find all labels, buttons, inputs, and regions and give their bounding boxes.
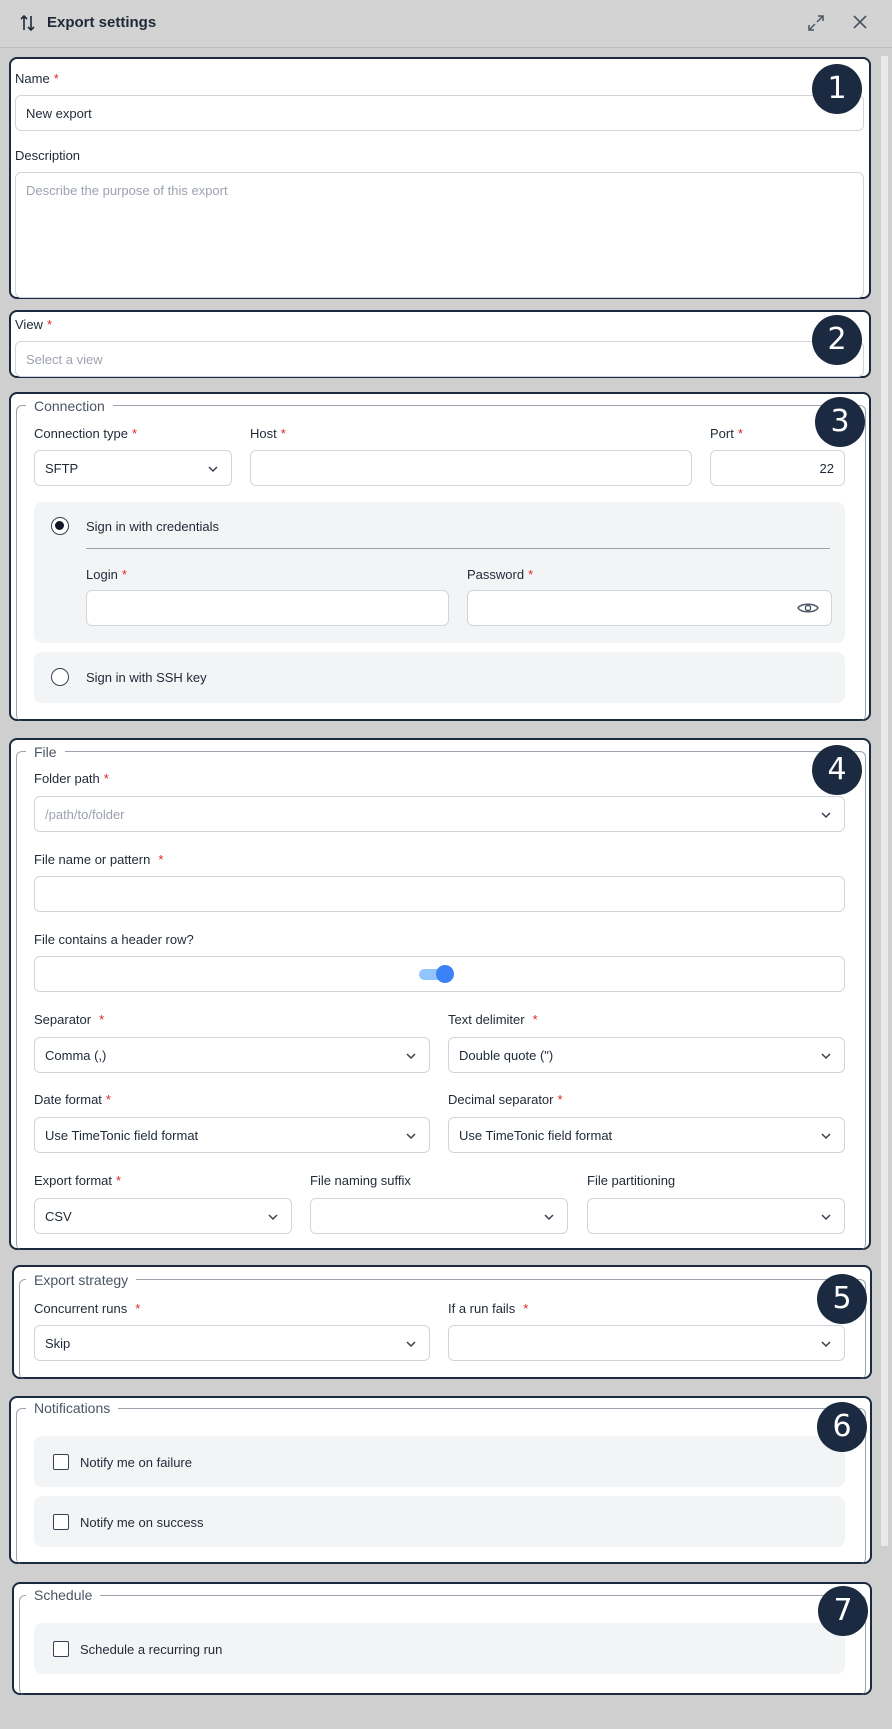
text-delimiter-label: Text delimiter *	[448, 1012, 538, 1027]
folder-path-select[interactable]: /path/to/folder	[34, 796, 845, 832]
section-badge-7: 7	[818, 1586, 868, 1636]
dialog-title: Export settings	[47, 14, 157, 31]
section-badge-2: 2	[812, 315, 862, 365]
credentials-label[interactable]: Sign in with credentials	[86, 519, 219, 534]
toggle-knob	[436, 965, 454, 983]
host-input[interactable]	[250, 450, 692, 486]
chevron-down-icon	[406, 1341, 416, 1348]
port-input[interactable]: 22	[710, 450, 845, 486]
view-label: View *	[15, 317, 53, 332]
decimal-separator-select[interactable]: Use TimeTonic field format	[448, 1117, 845, 1153]
schedule-recurring-label[interactable]: Schedule a recurring run	[80, 1642, 222, 1657]
login-label: Login *	[86, 567, 127, 582]
section-badge-4: 4	[812, 745, 862, 795]
separator-label: Separator *	[34, 1012, 105, 1027]
description-textarea[interactable]: Describe the purpose of this export	[15, 172, 864, 298]
chevron-down-icon	[821, 1053, 831, 1060]
connection-type-label: Connection type *	[34, 426, 138, 441]
host-label: Host *	[250, 426, 286, 441]
text-delimiter-select[interactable]: Double quote (")	[448, 1037, 845, 1073]
chevron-down-icon	[544, 1214, 554, 1221]
description-label: Description	[15, 148, 81, 163]
export-format-label: Export format *	[34, 1173, 122, 1188]
export-format-select[interactable]: CSV	[34, 1198, 292, 1234]
section-badge-5: 5	[817, 1274, 867, 1324]
export-strategy-title: Export strategy	[26, 1272, 137, 1288]
chevron-down-icon	[821, 812, 831, 819]
notify-failure-label[interactable]: Notify me on failure	[80, 1455, 192, 1470]
schedule-recurring-checkbox[interactable]	[53, 1641, 69, 1657]
chevron-down-icon	[821, 1214, 831, 1221]
name-label: Name *	[15, 71, 59, 86]
file-naming-suffix-label: File naming suffix	[310, 1173, 411, 1188]
connection-title: Connection	[26, 398, 113, 414]
section-badge-3: 3	[815, 397, 865, 447]
credentials-radio[interactable]	[51, 517, 69, 535]
scrollbar[interactable]	[881, 56, 888, 1546]
dialog-header: Export settings	[0, 0, 892, 48]
view-select[interactable]: Select a view	[15, 341, 864, 377]
header-row-toggle[interactable]	[419, 965, 455, 983]
sort-arrows-icon	[20, 14, 35, 32]
login-input[interactable]	[86, 590, 449, 626]
concurrent-runs-label: Concurrent runs *	[34, 1301, 141, 1316]
password-label: Password *	[467, 567, 534, 582]
filename-label: File name or pattern *	[34, 852, 164, 867]
separator-select[interactable]: Comma (,)	[34, 1037, 430, 1073]
folder-path-label: Folder path *	[34, 771, 109, 786]
section-badge-1: 1	[812, 64, 862, 114]
date-format-select[interactable]: Use TimeTonic field format	[34, 1117, 430, 1153]
expand-icon[interactable]	[806, 13, 826, 33]
chevron-down-icon	[821, 1341, 831, 1348]
concurrent-runs-select[interactable]: Skip	[34, 1325, 430, 1361]
port-label: Port *	[710, 426, 743, 441]
filename-input[interactable]	[34, 876, 845, 912]
file-partitioning-label: File partitioning	[587, 1173, 676, 1188]
ssh-label[interactable]: Sign in with SSH key	[86, 670, 207, 685]
ssh-radio[interactable]	[51, 668, 69, 686]
chevron-down-icon	[821, 1133, 831, 1140]
chevron-down-icon	[406, 1133, 416, 1140]
notify-success-label[interactable]: Notify me on success	[80, 1515, 204, 1530]
password-input[interactable]	[467, 590, 832, 626]
file-title: File	[26, 744, 65, 760]
run-fails-select[interactable]	[448, 1325, 845, 1361]
chevron-down-icon	[406, 1053, 416, 1060]
decimal-separator-label: Decimal separator *	[448, 1092, 563, 1107]
date-format-label: Date format *	[34, 1092, 111, 1107]
chevron-down-icon	[208, 466, 218, 473]
chevron-down-icon	[268, 1214, 278, 1221]
name-input[interactable]: New export	[15, 95, 864, 131]
notify-success-checkbox[interactable]	[53, 1514, 69, 1530]
credentials-divider	[86, 548, 830, 549]
connection-type-select[interactable]: SFTP	[34, 450, 232, 486]
section-badge-6: 6	[817, 1402, 867, 1452]
close-icon[interactable]	[851, 13, 869, 31]
file-partitioning-select[interactable]	[587, 1198, 845, 1234]
notify-failure-checkbox[interactable]	[53, 1454, 69, 1470]
schedule-title: Schedule	[26, 1587, 101, 1603]
file-naming-suffix-select[interactable]	[310, 1198, 568, 1234]
eye-icon[interactable]	[797, 601, 819, 615]
notifications-title: Notifications	[26, 1400, 119, 1416]
run-fails-label: If a run fails *	[448, 1301, 529, 1316]
header-row-label: File contains a header row?	[34, 932, 194, 947]
